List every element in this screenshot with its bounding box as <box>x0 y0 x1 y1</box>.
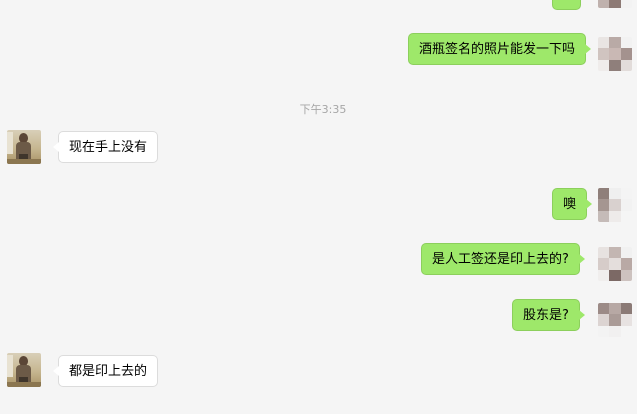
message-bubble[interactable]: 是人工签还是印上去的? <box>421 243 585 275</box>
my-avatar-icon[interactable] <box>598 0 632 8</box>
their-avatar-icon[interactable] <box>7 130 41 164</box>
my-avatar-icon[interactable] <box>598 188 632 222</box>
message-bubble[interactable]: 噢 <box>552 188 593 220</box>
message-bubble[interactable] <box>552 0 581 10</box>
my-avatar-icon[interactable] <box>598 247 632 281</box>
message-timestamp: 下午3:35 <box>299 103 347 116</box>
my-avatar-icon[interactable] <box>598 37 632 71</box>
message-bubble[interactable]: 现在手上没有 <box>52 131 159 163</box>
chat-window: 酒瓶签名的照片能发一下吗 下午3:35 现在手上没有 噢 是人工签还是印上去的?… <box>0 0 637 414</box>
message-bubble[interactable]: 酒瓶签名的照片能发一下吗 <box>408 33 592 65</box>
message-bubble[interactable]: 都是印上去的 <box>52 355 159 387</box>
message-bubble[interactable]: 股东是? <box>512 299 585 331</box>
my-avatar-icon[interactable] <box>598 303 632 337</box>
their-avatar-icon[interactable] <box>7 353 41 387</box>
